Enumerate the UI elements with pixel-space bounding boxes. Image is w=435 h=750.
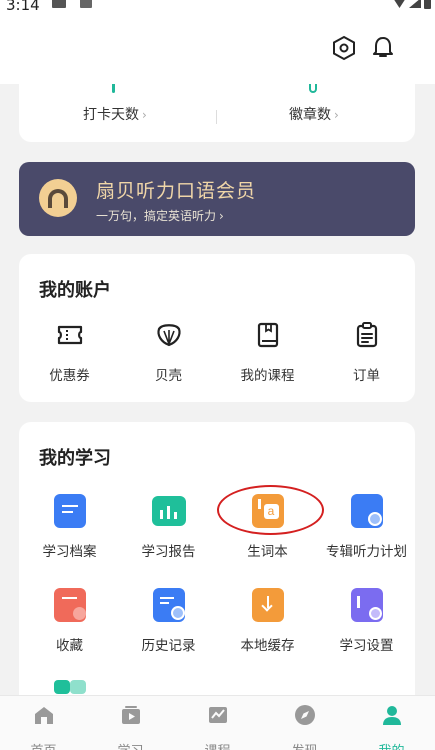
tab-home-label: 首页 <box>0 740 87 750</box>
tab-me-label: 我的 <box>348 740 435 750</box>
bell-icon[interactable] <box>370 35 396 61</box>
settings-hexagon-icon[interactable] <box>331 35 357 61</box>
play-icon <box>121 706 140 724</box>
top-header <box>0 22 435 84</box>
notification-icon <box>52 0 66 8</box>
shell-icon <box>156 324 181 347</box>
file-icon <box>53 494 86 528</box>
status-time: 3:14 <box>6 0 40 14</box>
more-study-item[interactable] <box>20 680 119 694</box>
status-indicators <box>393 0 431 9</box>
checkin-days-label: 打卡天数 <box>83 107 139 123</box>
shell-item[interactable]: 贝壳 <box>119 320 218 384</box>
history-label: 历史记录 <box>141 638 196 654</box>
bar-chart-icon <box>151 496 186 526</box>
checkin-days-link[interactable]: 打卡天数 › <box>83 104 147 124</box>
wifi-icon <box>393 0 406 8</box>
my-study-card: 我的学习 学习档案 学习报告 a 生词本 专辑听力计划 收藏 历史记录 本地缓存… <box>19 422 415 696</box>
tab-courses-label: 课程 <box>174 740 261 750</box>
history-icon <box>152 588 185 622</box>
coupon-label: 优惠券 <box>49 368 90 384</box>
settings-icon <box>350 588 383 622</box>
my-courses-label: 我的课程 <box>240 368 295 384</box>
clipboard-icon <box>356 322 377 348</box>
app-notification-icon <box>80 0 92 8</box>
divider <box>216 110 217 124</box>
signal-icon <box>409 0 421 8</box>
favorites-label: 收藏 <box>56 638 83 654</box>
compass-icon <box>294 705 315 725</box>
highlight-annotation <box>217 485 324 535</box>
tab-me[interactable]: 我的 <box>348 704 435 750</box>
tab-discover[interactable]: 发现 <box>261 704 348 750</box>
study-archive-label: 学习档案 <box>42 544 97 560</box>
vip-membership-banner[interactable]: 扇贝听力口语会员 一万句，搞定英语听力 › <box>19 162 415 236</box>
my-account-card: 我的账户 优惠券 贝壳 我的课程 订单 <box>19 254 415 402</box>
bottom-tab-bar: 首页 学习 课程 发现 我的 <box>0 695 435 750</box>
toggle-icon <box>53 680 86 694</box>
chevron-right-icon: › <box>334 108 339 122</box>
vip-subtitle: 一万句，搞定英语听力 › <box>96 207 224 224</box>
tab-study-label: 学习 <box>87 740 174 750</box>
badge-count-label: 徽章数 <box>289 107 331 123</box>
orders-item[interactable]: 订单 <box>317 320 416 384</box>
local-cache-item[interactable]: 本地缓存 <box>218 588 317 654</box>
shanbay-logo-icon <box>39 179 77 217</box>
album-listening-plan-label: 专辑听力计划 <box>326 544 407 560</box>
my-courses-item[interactable]: 我的课程 <box>218 320 317 384</box>
book-icon <box>257 322 278 348</box>
tab-courses[interactable]: 课程 <box>174 704 261 750</box>
download-icon <box>251 588 284 622</box>
coupon-item[interactable]: 优惠券 <box>20 320 119 384</box>
stats-card: 打卡天数 › 徽章数 › <box>19 84 415 142</box>
study-settings-label: 学习设置 <box>339 638 394 654</box>
history-item[interactable]: 历史记录 <box>119 588 218 654</box>
local-cache-label: 本地缓存 <box>240 638 295 654</box>
vocabulary-book-label: 生词本 <box>247 544 288 560</box>
vip-subtitle-text: 一万句，搞定英语听力 <box>96 209 217 223</box>
study-archive-item[interactable]: 学习档案 <box>20 494 119 560</box>
study-report-item[interactable]: 学习报告 <box>119 494 218 560</box>
battery-icon <box>424 0 431 9</box>
chevron-right-icon: › <box>142 108 147 122</box>
study-settings-item[interactable]: 学习设置 <box>317 588 416 654</box>
tab-study[interactable]: 学习 <box>87 704 174 750</box>
home-icon <box>34 707 53 724</box>
account-section-title: 我的账户 <box>39 280 111 301</box>
tab-discover-label: 发现 <box>261 740 348 750</box>
favorites-item[interactable]: 收藏 <box>20 588 119 654</box>
coupon-icon <box>57 325 82 345</box>
heart-icon <box>53 588 86 622</box>
shell-label: 贝壳 <box>155 368 182 384</box>
orders-label: 订单 <box>353 368 380 384</box>
status-bar: 3:14 <box>0 0 435 22</box>
study-report-label: 学习报告 <box>141 544 196 560</box>
chevron-right-icon: › <box>219 209 224 223</box>
checkin-count-mark <box>112 84 115 93</box>
album-listening-plan-item[interactable]: 专辑听力计划 <box>317 494 416 560</box>
profile-icon <box>382 706 401 725</box>
vip-title: 扇贝听力口语会员 <box>96 180 257 202</box>
tab-home[interactable]: 首页 <box>0 704 87 750</box>
course-icon <box>208 707 227 723</box>
badge-count-mark <box>309 84 317 93</box>
badge-count-link[interactable]: 徽章数 › <box>289 104 339 124</box>
plan-icon <box>350 494 383 528</box>
study-section-title: 我的学习 <box>39 448 111 469</box>
